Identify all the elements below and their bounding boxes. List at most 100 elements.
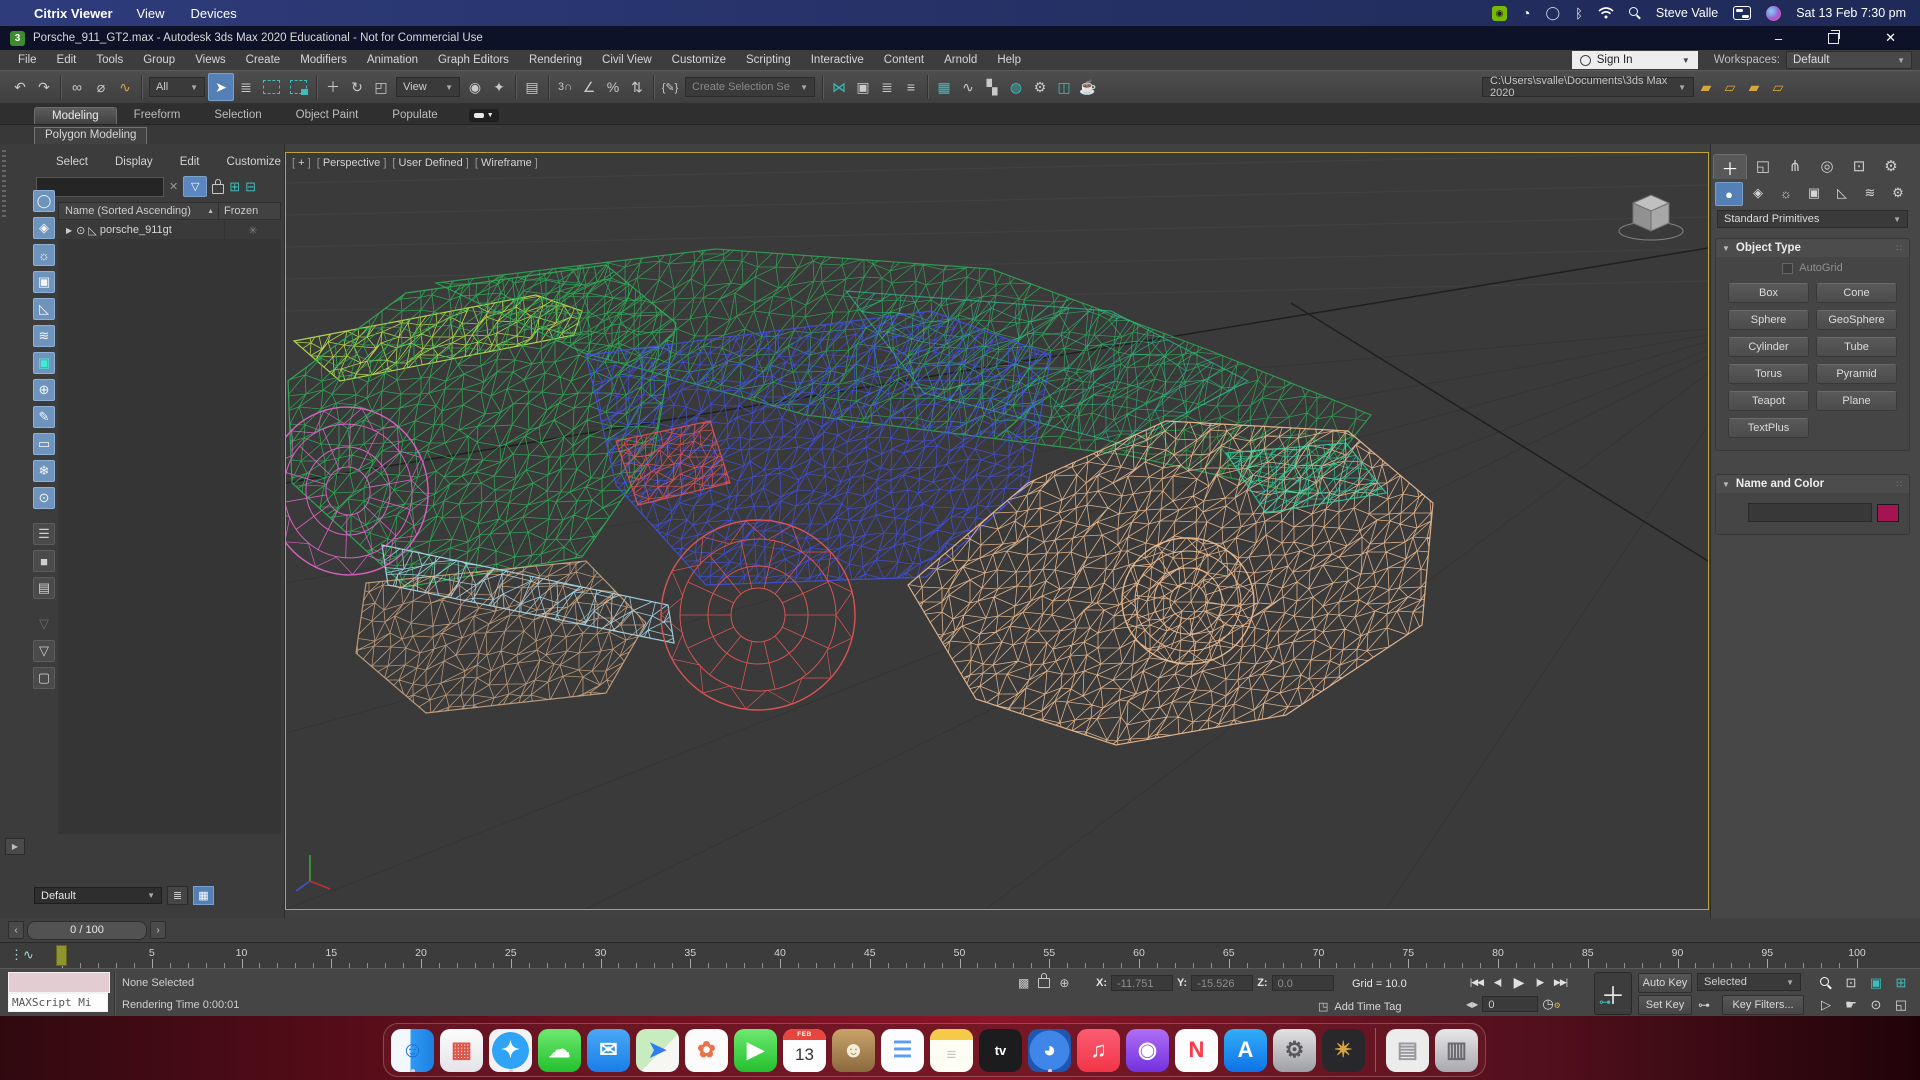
frame-range-display[interactable]: 0 / 100 [27, 921, 147, 940]
undo-icon[interactable]: ↶ [8, 74, 32, 100]
create-cylinder-button[interactable]: Cylinder [1728, 337, 1809, 357]
news[interactable]: N [1175, 1029, 1218, 1072]
selection-filter-dropdown[interactable]: All▼ [149, 77, 205, 97]
viewport-canvas[interactable] [286, 153, 1708, 909]
next-frame-button[interactable]: |▶ [1529, 973, 1550, 991]
close-button[interactable]: ✕ [1885, 30, 1896, 46]
autogrid-checkbox[interactable] [1782, 263, 1793, 274]
ribbon-tab-modeling[interactable]: Modeling [34, 107, 117, 124]
menu-edit[interactable]: Edit [47, 54, 87, 66]
tab-utilities[interactable]: ⚙ [1875, 154, 1907, 178]
menu-animation[interactable]: Animation [357, 54, 428, 66]
auto-key-button[interactable]: Auto Key [1638, 973, 1692, 993]
citrix-workspace[interactable]: ◕ [1028, 1029, 1071, 1072]
set-key-button[interactable]: Set Key [1638, 995, 1692, 1015]
viewport-menu-shading[interactable]: Wireframe [475, 157, 538, 169]
collapse-mode-icon[interactable]: ▢ [33, 667, 55, 689]
toggle-display-spacewarps-icon[interactable]: ≋ [33, 325, 55, 347]
toggle-display-containers-icon[interactable]: ▭ [33, 433, 55, 455]
toggle-display-bones-icon[interactable]: ⊕ [33, 379, 55, 401]
angle-snap-icon[interactable]: ∠ [577, 74, 601, 100]
document[interactable]: ▤ [1386, 1029, 1429, 1072]
filter-combinator-icon[interactable]: ▽ [33, 613, 55, 635]
app-store[interactable]: A [1224, 1029, 1267, 1072]
use-center-icon[interactable]: ◉ [463, 74, 487, 100]
pan-icon[interactable]: ☛ [1841, 996, 1861, 1014]
scene-explorer-toggle-icon[interactable]: ≣ [875, 74, 899, 100]
bluetooth-icon[interactable]: ᛒ [1575, 6, 1583, 21]
add-time-tag[interactable]: Add Time Tag [1334, 1001, 1401, 1013]
sign-in-button[interactable]: Sign In▼ [1572, 51, 1698, 69]
menu-graph-editors[interactable]: Graph Editors [428, 54, 519, 66]
polygon-modeling-tab[interactable]: Polygon Modeling [34, 127, 147, 145]
panel-expand-button[interactable]: ▶ [5, 838, 25, 855]
explorer-menu-select[interactable]: Select [56, 156, 88, 168]
frame-forward-button[interactable]: › [150, 921, 166, 939]
create-sphere-button[interactable]: Sphere [1728, 310, 1809, 330]
select-and-manipulate-icon[interactable]: ✦ [487, 74, 511, 100]
explorer-column-header[interactable]: Name (Sorted Ascending)▲ Frozen [58, 202, 281, 220]
expand-row-icon[interactable]: ▶ [66, 226, 72, 235]
asset-tracking-icon[interactable]: ▰ [1742, 74, 1766, 100]
menu-clock[interactable]: Sat 13 Feb 7:30 pm [1796, 6, 1906, 20]
percent-snap-icon[interactable]: % [601, 74, 625, 100]
apple-tv[interactable]: tv [979, 1029, 1022, 1072]
macos-app-menu[interactable]: Citrix Viewer [34, 6, 113, 21]
project-folder-icon[interactable]: ▰ [1694, 74, 1718, 100]
spotlight-icon[interactable] [1629, 7, 1641, 20]
citrix-status-icon[interactable]: ◔ [1522, 5, 1530, 21]
menu-customize[interactable]: Customize [662, 54, 736, 66]
panel-drag-handle[interactable] [2, 150, 6, 220]
create-tube-button[interactable]: Tube [1816, 337, 1897, 357]
render-setup-icon[interactable]: ⚙ [1028, 74, 1052, 100]
select-and-move-icon[interactable]: ＋ [321, 74, 345, 100]
creative-cloud-icon[interactable]: ◯ [1546, 5, 1561, 21]
key-filters-button[interactable]: Key Filters... [1722, 995, 1804, 1015]
unlink-selection-icon[interactable]: ⌀ [89, 74, 113, 100]
toggle-display-helpers-icon[interactable]: ◺ [33, 298, 55, 320]
perspective-viewport[interactable]: + Perspective User Defined Wireframe [285, 152, 1709, 910]
create-torus-button[interactable]: Torus [1728, 364, 1809, 384]
visibility-eye-icon[interactable]: ⊙ [76, 224, 85, 237]
object-color-swatch[interactable] [1877, 504, 1899, 522]
create-textplus-button[interactable]: TextPlus [1728, 418, 1809, 438]
launchpad[interactable]: ▦ [440, 1029, 483, 1072]
menu-scripting[interactable]: Scripting [736, 54, 801, 66]
zoom-extents-icon[interactable]: ▣ [1866, 974, 1886, 992]
calendar[interactable]: FEB13 [783, 1029, 826, 1072]
toggle-display-cameras-icon[interactable]: ▣ [33, 271, 55, 293]
viewport-menu-view[interactable]: User Defined [392, 157, 468, 169]
explorer-menu-customize[interactable]: Customize [227, 156, 281, 168]
ribbon-config-button[interactable]: ▼ [469, 109, 499, 122]
curve-editor-icon[interactable]: ∿ [956, 74, 980, 100]
tab-modify[interactable]: ◱ [1747, 154, 1779, 178]
go-to-start-button[interactable]: |◀◀ [1466, 973, 1487, 991]
rendered-frame-icon[interactable]: ◫ [1052, 74, 1076, 100]
object-type-rollout-header[interactable]: ▼Object Type∷ [1716, 239, 1909, 257]
window-crossing-icon[interactable] [290, 80, 307, 94]
create-teapot-button[interactable]: Teapot [1728, 391, 1809, 411]
explorer-menu-display[interactable]: Display [115, 156, 153, 168]
workspace-dropdown[interactable]: Default▼ [1786, 51, 1912, 69]
tab-create[interactable]: ＋ [1713, 154, 1747, 179]
category-spacewarps[interactable]: ≋ [1857, 182, 1883, 204]
layer-explorer-toggle-icon[interactable]: ≡ [899, 74, 923, 100]
category-lights[interactable]: ☼ [1773, 182, 1799, 204]
macos-menu-devices[interactable]: Devices [190, 6, 236, 21]
category-systems[interactable]: ⚙ [1885, 182, 1911, 204]
keyboard-override-icon[interactable]: ▤ [520, 74, 544, 100]
current-frame-field[interactable]: 0 [1482, 996, 1538, 1012]
align-icon[interactable]: ▣ [851, 74, 875, 100]
primitives-category-dropdown[interactable]: Standard Primitives▼ [1717, 210, 1908, 228]
explorer-menu-edit[interactable]: Edit [180, 156, 200, 168]
object-name-input[interactable] [1748, 503, 1872, 522]
toggle-display-shapes-icon[interactable]: ◈ [33, 217, 55, 239]
toggle-display-geometry-icon[interactable]: ◯ [33, 190, 55, 212]
previous-frame-button[interactable]: ◀| [1487, 973, 1508, 991]
grid-view-button[interactable]: ▦ [193, 886, 214, 905]
layer-list-button[interactable]: ≣ [167, 886, 188, 905]
go-to-end-button[interactable]: ▶▶| [1550, 973, 1571, 991]
explorer-tree-area[interactable] [58, 239, 281, 834]
minimize-button[interactable]: – [1775, 31, 1782, 46]
maxscript-mini-listener[interactable]: MAXScript Mi [8, 993, 108, 1012]
